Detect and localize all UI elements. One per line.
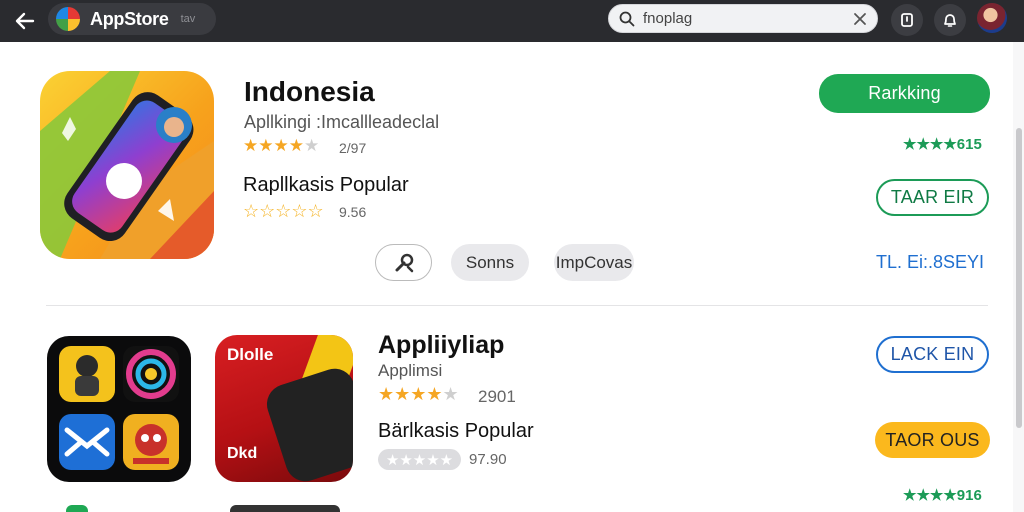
featured-app-artwork — [40, 71, 214, 259]
appstore-header[interactable]: AppStore tav — [48, 3, 216, 35]
search-value: fnoplag — [643, 10, 693, 27]
app-title: AppStore — [90, 8, 169, 29]
top-bar: AppStore tav fnoplag — [0, 0, 1024, 42]
lack-button[interactable]: LACK EIN — [876, 336, 989, 373]
avatar[interactable] — [977, 3, 1007, 33]
mini-app-icon — [123, 346, 179, 402]
bookmark-icon — [901, 13, 913, 27]
second-app-name[interactable]: Appliiyliap — [378, 331, 504, 360]
arrow-left-icon — [15, 12, 35, 30]
ranking-button[interactable]: Rarkking — [819, 74, 990, 113]
wrench-icon — [395, 253, 413, 272]
section-divider — [46, 305, 988, 306]
featured-rating-count: 2/97 — [339, 140, 367, 156]
red-app-icon[interactable]: Dlolle Dkd — [215, 335, 353, 482]
chip-impcovas[interactable]: ImpCovas — [554, 244, 634, 281]
notifications-button[interactable] — [934, 4, 966, 36]
chip-sonns[interactable]: Sonns — [451, 244, 529, 281]
red-app-icon-label-2: Dkd — [227, 445, 258, 462]
second-rating-count: 2901 — [478, 387, 516, 406]
taor-button[interactable]: TAOR OUS — [875, 422, 990, 458]
second-star-rating: ★★★★★ — [378, 384, 459, 404]
featured-score: 9.56 — [339, 204, 367, 220]
next-item-peek — [66, 505, 88, 512]
second-star-rating-2: ★★★★★ — [378, 449, 461, 470]
folder-app-icon[interactable] — [47, 336, 191, 482]
tools-chip[interactable] — [375, 244, 432, 281]
mini-app-icon — [123, 414, 179, 470]
second-app-subtitle: Applimsi — [378, 361, 443, 380]
featured-star-rating-2: ☆☆☆☆☆ — [243, 201, 324, 221]
featured-app-name[interactable]: Indonesia — [244, 76, 375, 108]
scrollbar-thumb[interactable] — [1016, 128, 1022, 428]
mini-app-icon — [59, 414, 115, 470]
app-subtitle: tav — [180, 13, 196, 25]
featured-app-icon[interactable] — [40, 71, 214, 259]
appstore-logo-icon — [56, 7, 80, 31]
mini-app-icon — [59, 346, 115, 402]
search-input[interactable]: fnoplag — [608, 4, 878, 33]
featured-app-subtitle: Apllkingi :Imcallleadeclal — [244, 112, 440, 132]
featured-green-rating: ★★★★615 — [903, 136, 982, 153]
featured-category-label: Rapllkasis Popular — [243, 174, 409, 196]
bookmark-button[interactable] — [891, 4, 923, 36]
install-button[interactable]: TAAR EIR — [876, 179, 989, 216]
red-app-icon-label: Dlolle — [227, 345, 274, 364]
second-category-label: Bärlkasis Popular — [378, 420, 534, 442]
second-score: 97.90 — [469, 451, 507, 468]
search-icon — [619, 11, 635, 26]
featured-link[interactable]: TL. Ei:.8SEYI — [876, 252, 984, 273]
second-green-rating: ★★★★916 — [903, 487, 982, 504]
close-icon[interactable] — [853, 12, 867, 26]
next-item-peek — [230, 505, 340, 512]
back-button[interactable] — [8, 4, 42, 38]
red-app-icon-shape — [261, 363, 353, 482]
featured-star-rating: ★★★★★ — [243, 136, 320, 155]
bell-icon — [944, 14, 956, 27]
